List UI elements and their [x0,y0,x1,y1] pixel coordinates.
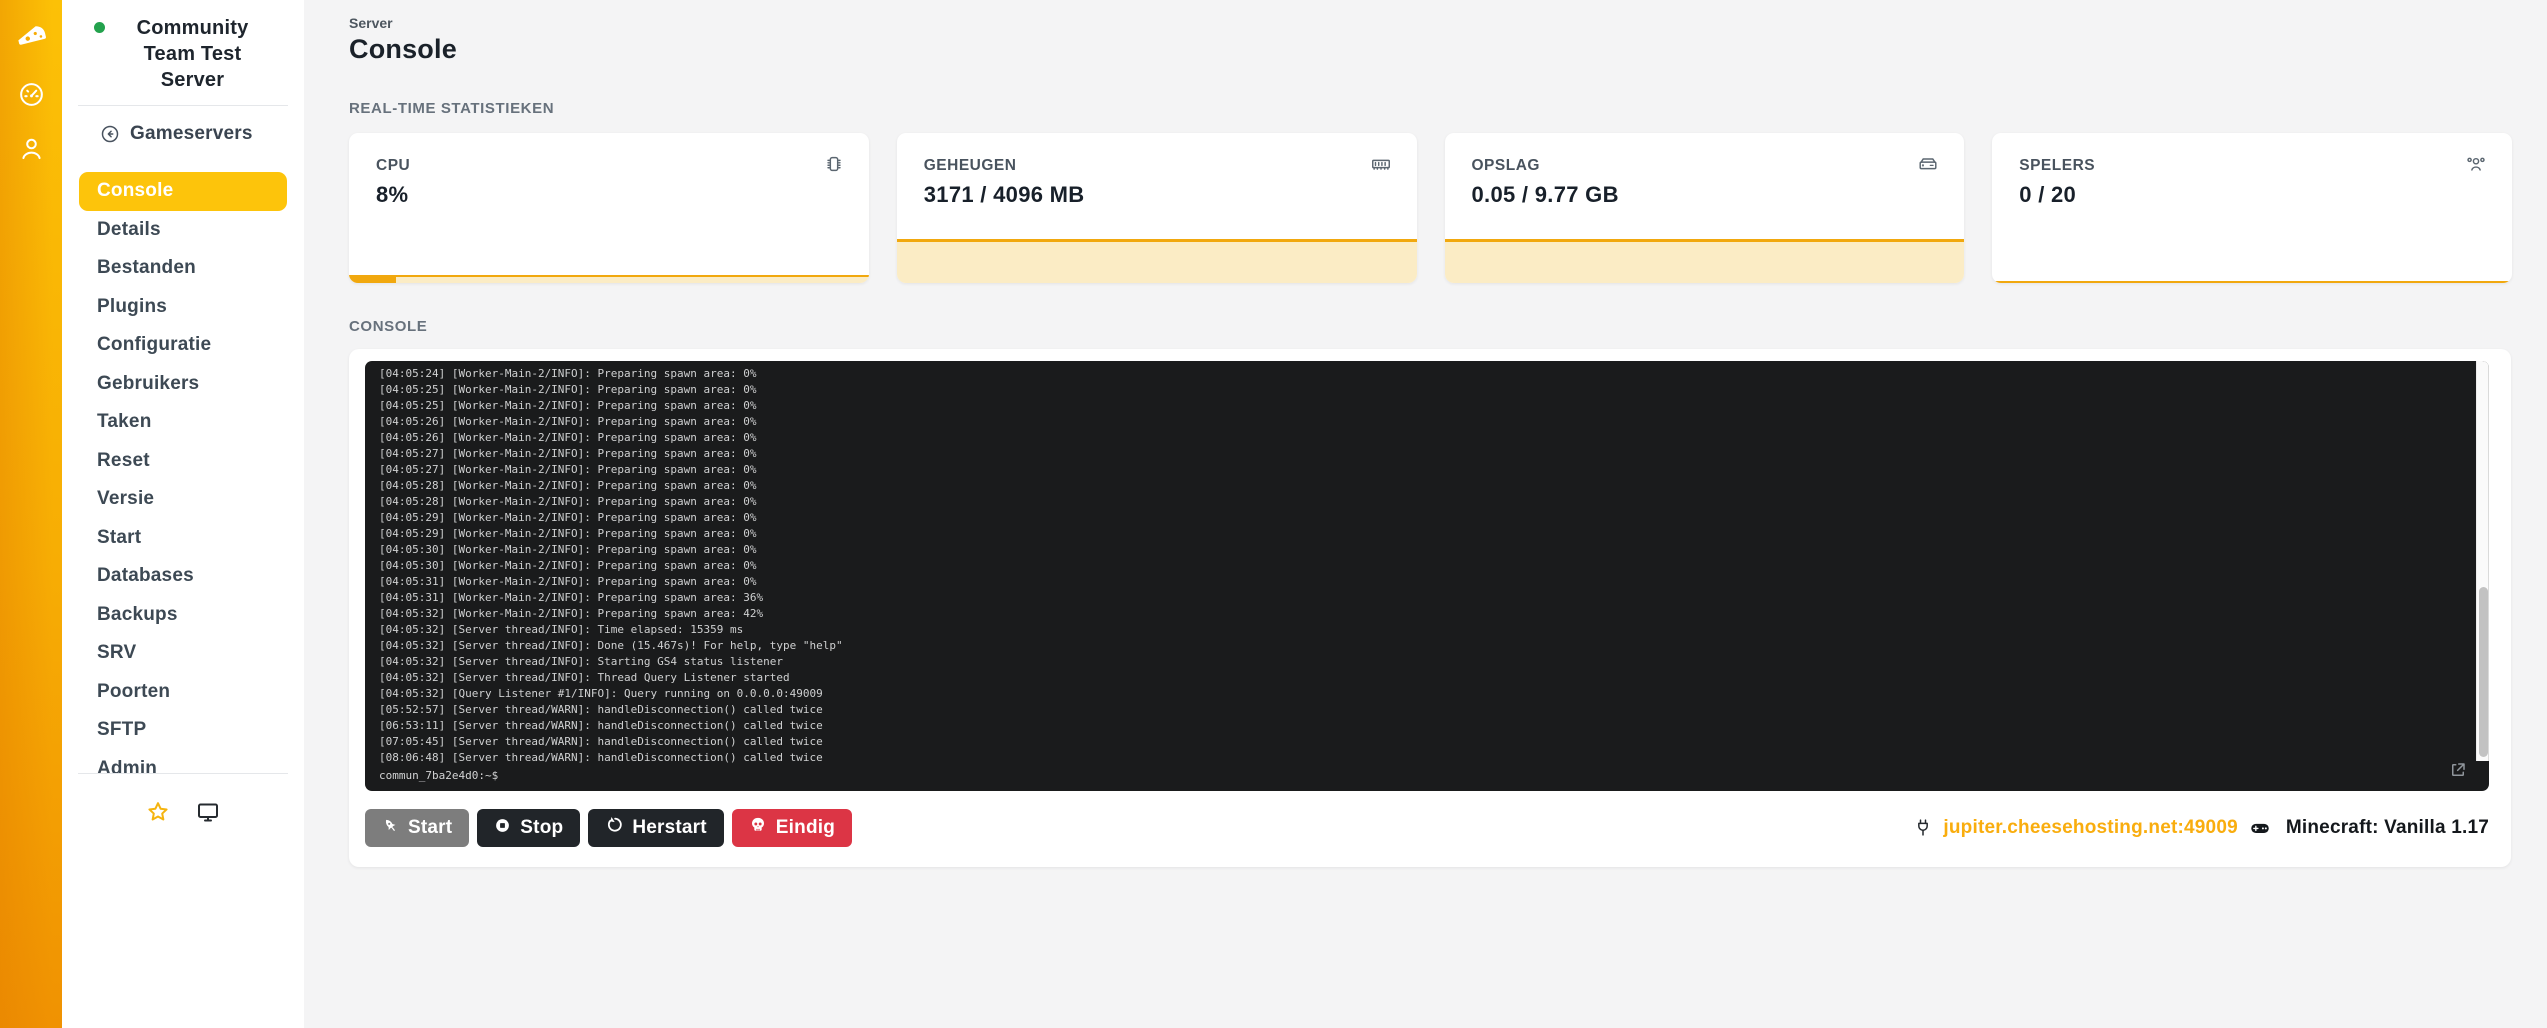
sidebar-item-sftp[interactable]: SFTP [79,711,287,750]
sidebar-item-details[interactable]: Details [79,211,287,250]
stat-value: 0.05 / 9.77 GB [1472,182,1965,208]
plug-icon [1913,818,1933,838]
stat-value: 8% [376,182,869,208]
server-name: Community Team Test Server [113,15,273,93]
game-version-label: Minecraft: Vanilla 1.17 [2286,817,2489,839]
server-sidebar: Community Team Test Server Gameservers C… [62,0,304,1028]
gamepad-icon [2248,818,2272,838]
stat-label: OPSLAG [1472,157,1965,175]
sidebar-item-plugins[interactable]: Plugins [79,288,287,327]
console-terminal[interactable]: [04:05:24] [Worker-Main-2/INFO]: Prepari… [365,361,2489,791]
sidebar-item-backups[interactable]: Backups [79,596,287,635]
storage-usage-sparkline [1445,239,1965,283]
players-sparkline [1992,281,2512,284]
sidebar-item-reset[interactable]: Reset [79,442,287,481]
favorite-star-icon[interactable] [146,800,170,829]
terminal-scrollbar[interactable] [2476,361,2489,761]
expand-console-icon[interactable] [2449,761,2467,784]
cheese-logo-icon[interactable] [13,17,49,51]
stop-button-label: Stop [520,817,563,839]
breadcrumb: Server [349,15,2512,31]
stat-card-players: SPELERS 0 / 20 [1992,133,2512,283]
stats-cards: CPU 8% GEHEUGEN 3171 / 4096 MB O [349,133,2512,283]
rocket-icon [382,817,399,840]
cpu-usage-sparkline [349,275,869,283]
start-button-label: Start [408,817,452,839]
kill-button-label: Eindig [776,817,835,839]
sidebar-item-gebruikers[interactable]: Gebruikers [79,365,287,404]
storage-disk-icon [1916,153,1940,180]
server-menu: Console Details Bestanden Plugins Config… [79,172,287,788]
sidebar-item-srv[interactable]: SRV [79,634,287,673]
cpu-chip-icon [823,153,845,180]
sidebar-item-versie[interactable]: Versie [79,480,287,519]
console-panel: [04:05:24] [Worker-Main-2/INFO]: Prepari… [349,349,2511,867]
console-log: [04:05:24] [Worker-Main-2/INFO]: Prepari… [365,361,2489,766]
restart-button[interactable]: Herstart [588,809,723,847]
sidebar-item-configuratie[interactable]: Configuratie [79,326,287,365]
stats-section-label: REAL-TIME STATISTIEKEN [349,100,2512,117]
page-title: Console [349,34,2512,65]
sidebar-item-databases[interactable]: Databases [79,557,287,596]
server-status-dot [94,22,105,33]
sidebar-item-admin[interactable]: Admin [79,750,287,789]
back-link-label: Gameservers [130,123,253,145]
stat-label: GEHEUGEN [924,157,1417,175]
stat-card-cpu: CPU 8% [349,133,869,283]
stat-value: 0 / 20 [2019,182,2512,208]
dashboard-gauge-icon[interactable] [18,81,45,108]
sidebar-item-start[interactable]: Start [79,519,287,558]
server-meta: jupiter.cheesehosting.net:49009 Minecraf… [1913,817,2489,839]
stat-card-storage: OPSLAG 0.05 / 9.77 GB [1445,133,1965,283]
sidebar-item-poorten[interactable]: Poorten [79,673,287,712]
console-section-label: CONSOLE [349,318,2512,335]
stat-card-memory: GEHEUGEN 3171 / 4096 MB [897,133,1417,283]
monitor-icon[interactable] [196,800,220,829]
stat-label: SPELERS [2019,157,2512,175]
circle-arrow-left-icon [100,124,120,144]
stop-button[interactable]: Stop [477,809,580,847]
stat-label: CPU [376,157,869,175]
console-prompt[interactable]: commun_7ba2e4d0:~$ [379,769,498,782]
sidebar-item-console[interactable]: Console [79,172,287,211]
terminal-scrollbar-thumb[interactable] [2479,587,2488,757]
memory-icon [1369,153,1393,180]
skull-icon [749,816,767,840]
kill-button[interactable]: Eindig [732,809,852,847]
sidebar-item-bestanden[interactable]: Bestanden [79,249,287,288]
user-icon[interactable] [18,135,45,162]
back-to-gameservers-link[interactable]: Gameservers [100,123,304,145]
memory-usage-sparkline [897,239,1417,283]
restart-button-label: Herstart [632,817,706,839]
players-icon [2464,153,2488,180]
restart-icon [605,816,623,840]
app-rail [0,0,62,1028]
server-address-link[interactable]: jupiter.cheesehosting.net:49009 [1943,817,2237,839]
divider [78,105,288,106]
sidebar-item-taken[interactable]: Taken [79,403,287,442]
divider [78,773,288,774]
start-button[interactable]: Start [365,809,469,847]
stat-value: 3171 / 4096 MB [924,182,1417,208]
stop-icon [494,817,511,840]
